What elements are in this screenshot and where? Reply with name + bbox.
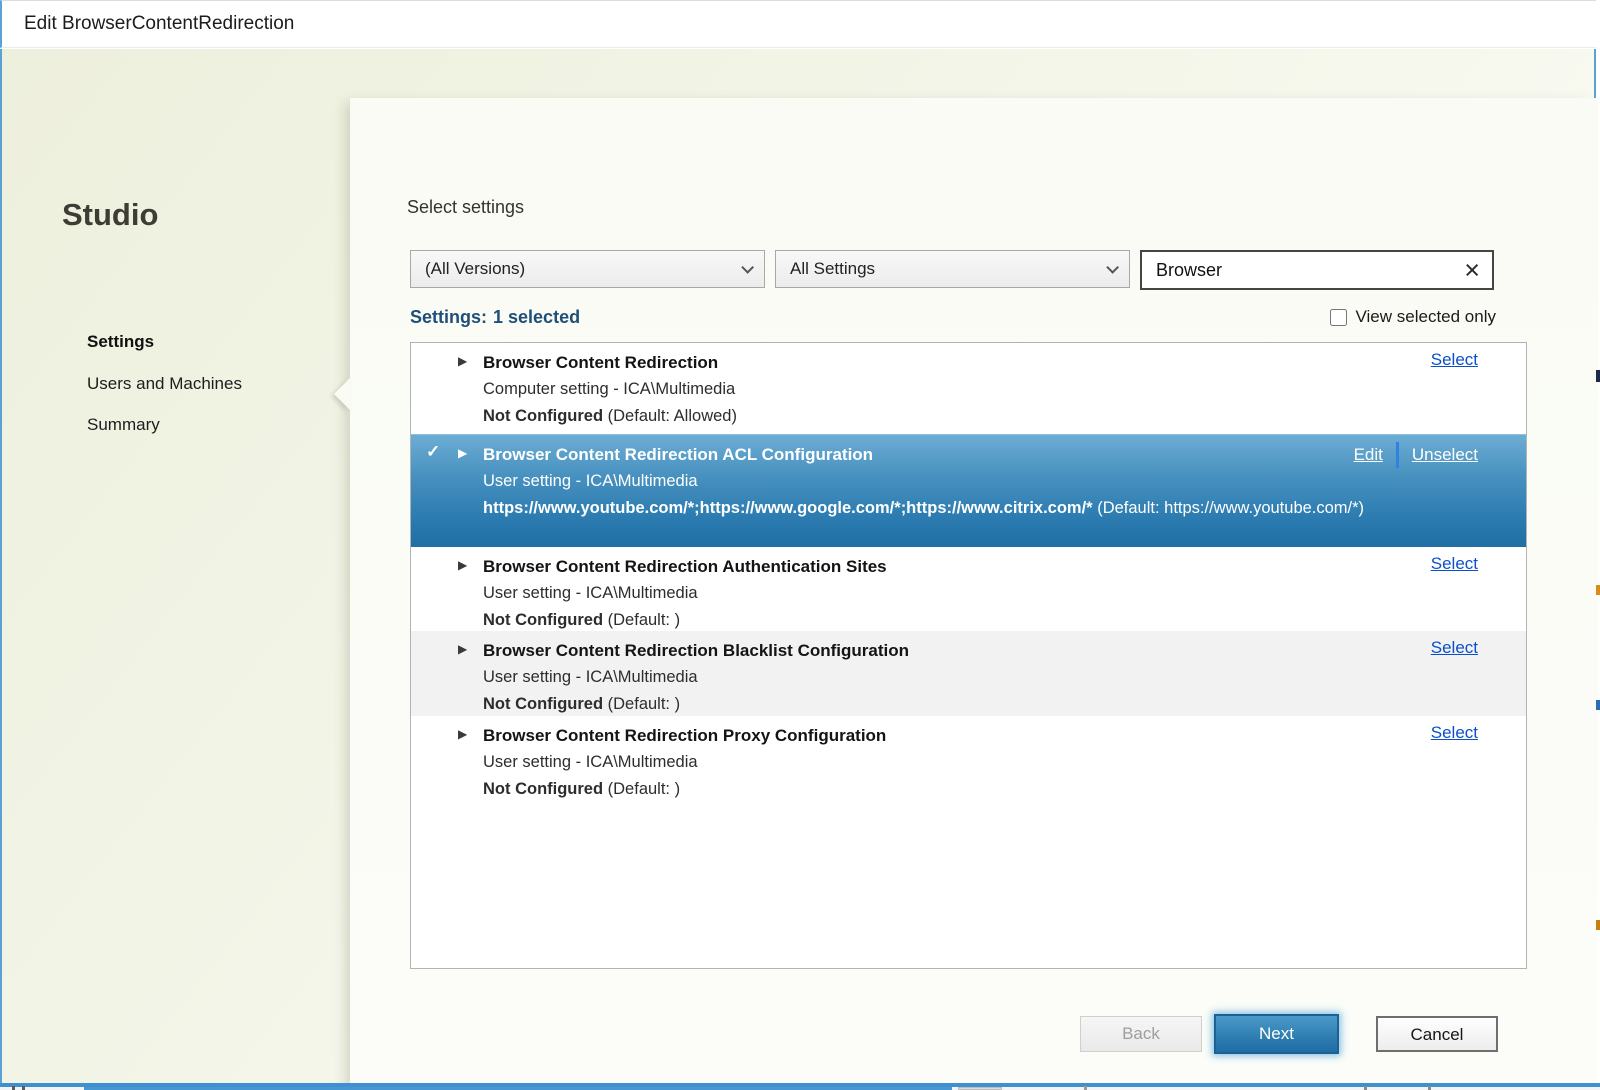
panel-notch [334,378,350,410]
chevron-down-icon [1106,261,1119,274]
setting-value: Not Configured (Default: ) [483,776,1478,803]
view-selected-only-label: View selected only [1356,307,1497,327]
unselect-link[interactable]: Unselect [1412,445,1478,465]
version-dropdown-value: (All Versions) [425,259,525,279]
edit-link[interactable]: Edit [1354,445,1383,465]
view-selected-only: View selected only [1330,307,1497,327]
sidebar-item-summary[interactable]: Summary [87,415,160,435]
check-icon: ✓ [426,442,440,462]
select-link[interactable]: Select [1431,554,1478,574]
setting-title: Browser Content Redirection ACL Configur… [483,441,1478,468]
setting-row-authentication-sites[interactable]: ▶ Browser Content Redirection Authentica… [411,547,1526,631]
sidebar-item-settings[interactable]: Settings [87,332,154,352]
setting-value: https://www.youtube.com/*;https://www.go… [483,495,1478,522]
setting-scope: User setting - ICA\Multimedia [483,664,1478,691]
search-box: × [1140,250,1494,290]
background-window-fragment [1596,700,1600,710]
setting-title: Browser Content Redirection Authenticati… [483,553,1478,580]
view-selected-only-checkbox[interactable] [1330,309,1347,326]
expander-icon[interactable]: ▶ [458,446,467,460]
setting-row-acl-configuration[interactable]: ✓ ▶ Browser Content Redirection ACL Conf… [411,434,1526,547]
category-dropdown[interactable]: All Settings [775,250,1130,288]
expander-icon[interactable]: ▶ [458,642,467,656]
select-link[interactable]: Select [1431,723,1478,743]
next-button[interactable]: Next [1214,1014,1339,1054]
setting-scope: Computer setting - ICA\Multimedia [483,376,1478,403]
background-window-fragment [1428,1086,1431,1090]
select-link[interactable]: Select [1431,350,1478,370]
background-window-fragment [1364,1086,1367,1090]
content-panel: Select settings (All Versions) All Setti… [350,98,1598,1090]
cancel-button[interactable]: Cancel [1376,1016,1498,1052]
settings-list: ▶ Browser Content Redirection Computer s… [410,342,1527,969]
chevron-down-icon [741,261,754,274]
expander-icon[interactable]: ▶ [458,558,467,572]
setting-value: Not Configured (Default: ) [483,691,1478,718]
background-window-fragment [1084,1086,1087,1090]
back-button[interactable]: Back [1080,1016,1202,1052]
background-window-fragment [1596,370,1600,382]
clear-search-icon[interactable]: × [1462,257,1482,284]
setting-scope: User setting - ICA\Multimedia [483,749,1478,776]
setting-scope: User setting - ICA\Multimedia [483,468,1478,495]
sidebar-item-users-and-machines[interactable]: Users and Machines [87,374,242,394]
setting-value: Not Configured (Default: Allowed) [483,403,1478,430]
setting-row-blacklist-configuration[interactable]: ▶ Browser Content Redirection Blacklist … [411,631,1526,716]
dialog-title: Edit BrowserContentRedirection [24,13,294,35]
setting-scope: User setting - ICA\Multimedia [483,580,1478,607]
selection-status-value: 1 selected [493,307,580,327]
setting-title: Browser Content Redirection [483,349,1478,376]
page-title: Select settings [407,197,524,218]
expander-icon[interactable]: ▶ [458,727,467,741]
setting-row-proxy-configuration[interactable]: ▶ Browser Content Redirection Proxy Conf… [411,716,1526,801]
category-dropdown-value: All Settings [790,259,875,279]
search-input[interactable] [1156,260,1462,281]
edit-policy-dialog: Edit BrowserContentRedirection Studio Se… [0,0,1600,1090]
studio-brand: Studio [62,197,158,233]
background-window-fragment [22,1086,25,1090]
dialog-body: Studio Settings Users and Machines Summa… [0,49,1596,1083]
action-divider [1396,442,1399,468]
background-window-fragment [1596,920,1600,930]
selection-status: Settings: 1 selected [410,307,580,328]
version-dropdown[interactable]: (All Versions) [410,250,765,288]
background-window-fragment [1596,585,1600,595]
expander-icon[interactable]: ▶ [458,354,467,368]
background-window-fragment [12,1086,15,1090]
setting-title: Browser Content Redirection Proxy Config… [483,722,1478,749]
selection-status-label: Settings: [410,307,487,327]
setting-title: Browser Content Redirection Blacklist Co… [483,637,1478,664]
setting-row-browser-content-redirection[interactable]: ▶ Browser Content Redirection Computer s… [411,343,1526,434]
dialog-titlebar: Edit BrowserContentRedirection [0,0,1596,48]
setting-value: Not Configured (Default: ) [483,607,1478,634]
select-link[interactable]: Select [1431,638,1478,658]
